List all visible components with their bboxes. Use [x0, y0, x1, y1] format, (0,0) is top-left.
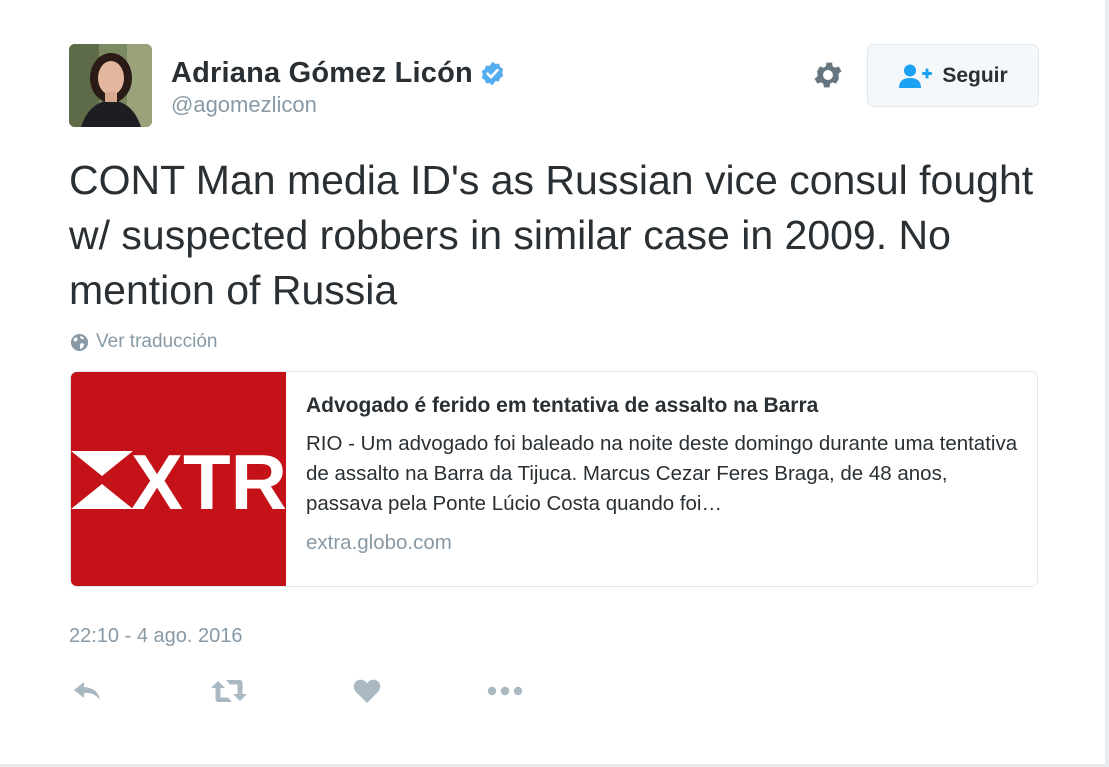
card-thumbnail-logo: XTRA [131, 438, 286, 526]
retweet-icon[interactable] [210, 675, 248, 707]
card-title[interactable]: Advogado é ferido em tentativa de assalt… [306, 393, 1021, 419]
more-icon[interactable] [487, 675, 523, 707]
add-person-icon [898, 63, 934, 89]
author-handle[interactable]: @agomezlicon [171, 92, 317, 118]
tweet-timestamp[interactable]: 22:10 - 4 ago. 2016 [69, 625, 242, 648]
follow-label: Seguir [942, 63, 1008, 87]
card-description: RIO - Um advogado foi baleado na noite d… [306, 432, 1018, 515]
tweet-container: Adriana Gómez Licón @agomezlicon Seguir … [0, 0, 1109, 767]
tweet-text: CONT Man media ID's as Russian vice cons… [69, 157, 1034, 313]
avatar-image [69, 44, 152, 127]
author-name[interactable]: Adriana Gómez Licón [171, 57, 473, 90]
verified-badge-icon [479, 60, 506, 87]
gear-icon[interactable] [811, 58, 845, 92]
reply-icon[interactable] [72, 675, 102, 707]
card-domain: extra.globo.com [306, 531, 452, 554]
author-name-row[interactable]: Adriana Gómez Licón [171, 55, 506, 91]
follow-button[interactable]: Seguir [867, 44, 1039, 107]
link-card[interactable]: XTRA Advogado é ferido em tentativa de a… [70, 371, 1038, 587]
avatar[interactable] [69, 44, 152, 127]
translate-link[interactable]: Ver traducción [70, 330, 217, 354]
globe-icon [70, 333, 89, 352]
card-thumbnail: XTRA [71, 372, 286, 586]
like-icon[interactable] [353, 675, 381, 707]
card-body: Advogado é ferido em tentativa de assalt… [306, 393, 1021, 555]
translate-label: Ver traducción [96, 331, 218, 352]
